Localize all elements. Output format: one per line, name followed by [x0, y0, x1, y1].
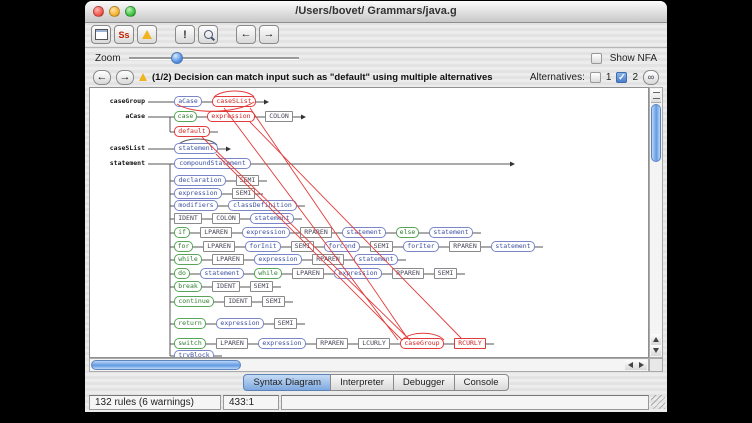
alternative-2-checkbox[interactable]: ✓ — [616, 72, 627, 83]
canvas-area: aCasecaseSListcaseGroupcaseexpressionCOL… — [89, 87, 663, 372]
warnings-button[interactable] — [137, 25, 157, 44]
rules-count-status: 132 rules (6 warnings) — [89, 395, 221, 410]
show-nfa-label: Show NFA — [610, 53, 657, 64]
panel-button[interactable] — [91, 25, 111, 44]
title-bar[interactable]: /Users/bovet/ Grammars/java.g — [85, 1, 667, 23]
next-warning-button[interactable]: → — [116, 70, 134, 85]
scrollbar-split-button[interactable] — [651, 89, 661, 103]
zoom-label: Zoom — [95, 53, 121, 64]
scroll-left-button[interactable] — [625, 360, 636, 370]
check-grammar-button[interactable]: ! — [175, 25, 195, 44]
bottom-tabs: Syntax Diagram Interpreter Debugger Cons… — [85, 372, 667, 392]
back-arrow-icon: ← — [97, 72, 108, 83]
zoom-row: Zoom Show NFA — [85, 47, 667, 68]
alternative-1-checkbox[interactable] — [590, 72, 601, 83]
toolbar: Ss ! ← → — [85, 22, 667, 47]
scroll-right-button[interactable] — [636, 360, 647, 370]
check-icon: ✓ — [618, 72, 626, 83]
rules-button[interactable]: Ss — [114, 25, 134, 44]
back-arrow-icon: ← — [241, 29, 252, 40]
screen-background: /Users/bovet/ Grammars/java.g Ss ! ← → Z… — [0, 0, 752, 423]
right-arrow-icon — [639, 362, 644, 368]
previous-warning-button[interactable]: ← — [93, 70, 111, 85]
tab-console[interactable]: Console — [454, 374, 509, 391]
alternatives-label: Alternatives: — [530, 72, 585, 83]
horizontal-scrollbar[interactable] — [89, 358, 649, 372]
vertical-scroll-thumb[interactable] — [651, 104, 661, 162]
find-button[interactable] — [198, 25, 218, 44]
left-arrow-icon — [628, 362, 633, 368]
warning-message: (1/2) Decision can match input such as "… — [152, 72, 493, 83]
warning-row: ← → (1/2) Decision can match input such … — [85, 67, 667, 87]
panel-icon — [95, 29, 108, 40]
vertical-scrollbar[interactable] — [649, 87, 663, 358]
syntax-diagram-canvas[interactable]: aCasecaseSListcaseGroupcaseexpressionCOL… — [89, 87, 649, 358]
back-button[interactable]: ← — [236, 25, 256, 44]
up-arrow-icon — [653, 337, 659, 342]
diagram-canvas[interactable]: aCasecaseSListcaseGroupcaseexpressionCOL… — [90, 88, 648, 358]
antlrworks-window: /Users/bovet/ Grammars/java.g Ss ! ← → Z… — [85, 1, 667, 412]
link-warning-button[interactable]: ∞ — [643, 70, 659, 85]
forward-button[interactable]: → — [259, 25, 279, 44]
scrollbar-corner — [649, 358, 663, 372]
tab-syntax-diagram[interactable]: Syntax Diagram — [243, 374, 331, 391]
scroll-down-button[interactable] — [651, 345, 661, 356]
tab-interpreter[interactable]: Interpreter — [330, 374, 394, 391]
tab-debugger[interactable]: Debugger — [393, 374, 455, 391]
zoom-slider-thumb[interactable] — [171, 52, 183, 64]
forward-arrow-icon: → — [120, 72, 131, 83]
exclamation-icon: ! — [183, 29, 187, 41]
cursor-position-status: 433:1 — [223, 395, 279, 410]
down-arrow-icon — [653, 348, 659, 353]
zoom-slider-track[interactable] — [129, 57, 299, 59]
alternative-1-label: 1 — [606, 72, 612, 83]
warning-icon — [139, 73, 147, 81]
status-bar: 132 rules (6 warnings) 433:1 — [85, 392, 667, 412]
resize-grip[interactable] — [651, 395, 665, 409]
warning-icon — [142, 30, 152, 39]
link-icon: ∞ — [648, 72, 654, 82]
ss-icon: Ss — [118, 30, 129, 40]
alternative-2-label: 2 — [632, 72, 638, 83]
search-icon — [204, 30, 213, 39]
show-nfa-checkbox[interactable] — [591, 53, 602, 64]
zoom-slider[interactable] — [129, 51, 299, 65]
status-filler — [281, 395, 649, 410]
horizontal-scroll-thumb[interactable] — [91, 360, 241, 370]
forward-arrow-icon: → — [264, 29, 275, 40]
scroll-up-button[interactable] — [651, 334, 661, 345]
window-title: /Users/bovet/ Grammars/java.g — [85, 1, 667, 22]
